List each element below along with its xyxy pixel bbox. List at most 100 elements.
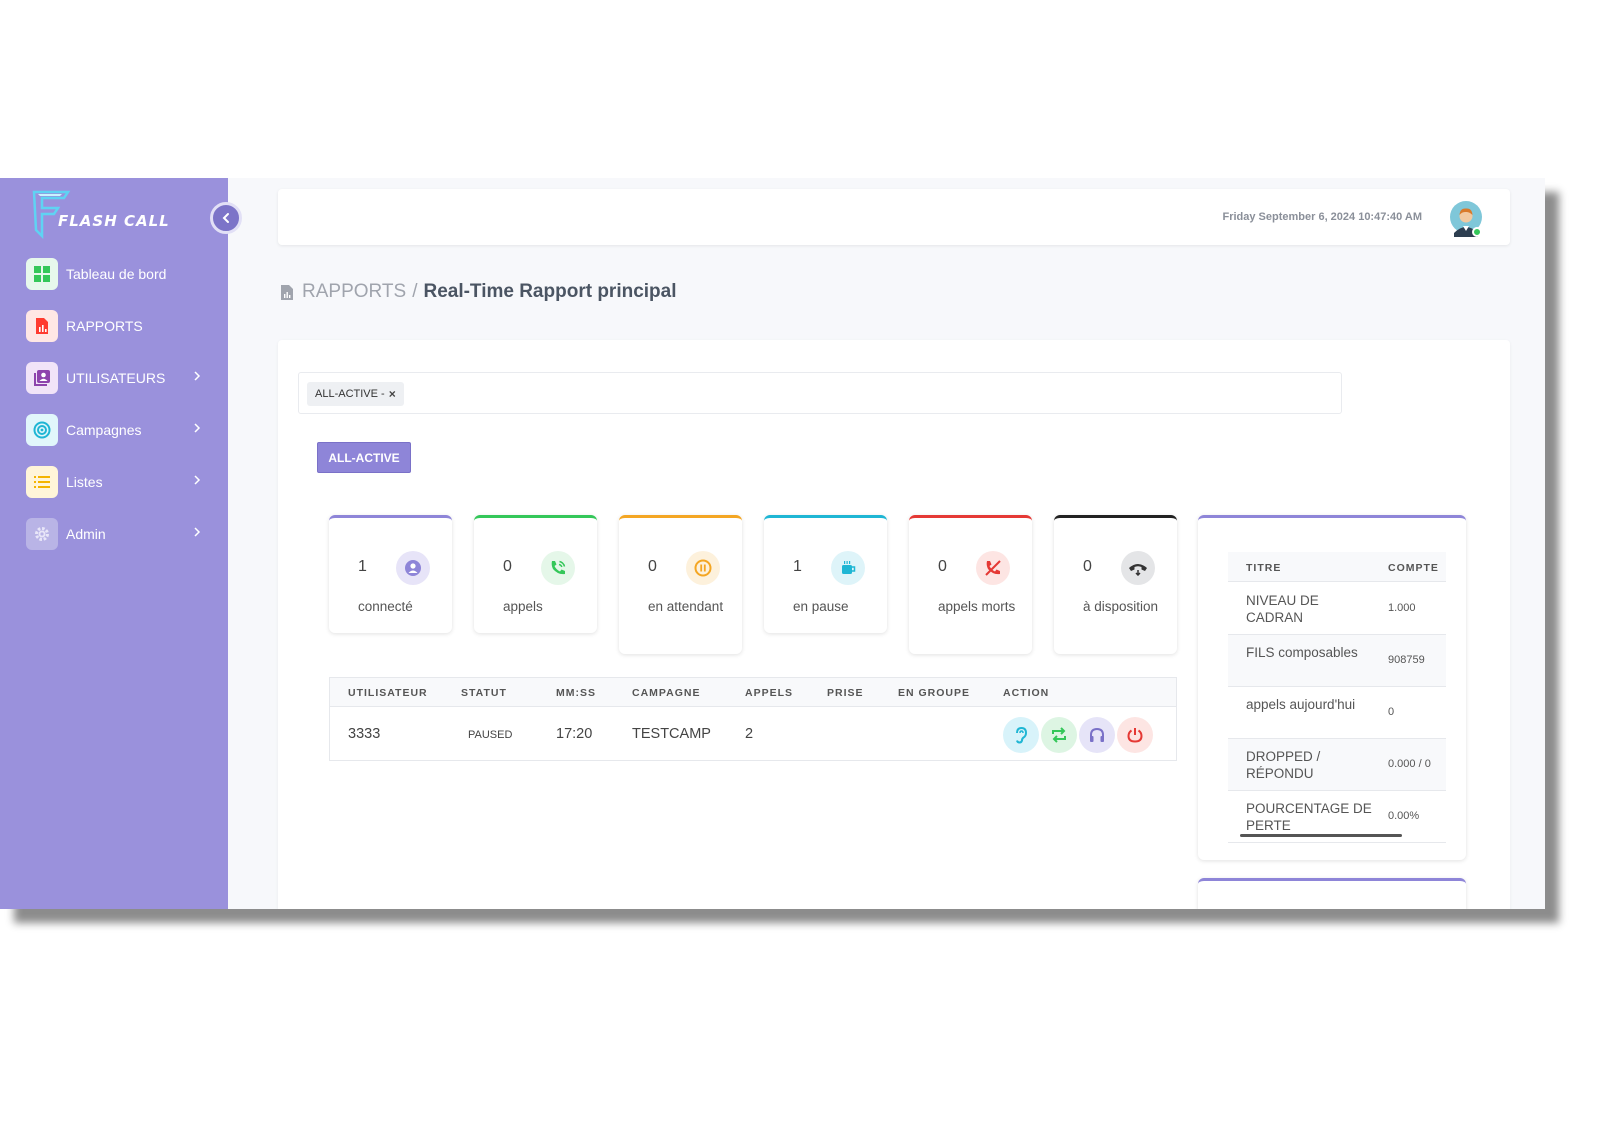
- summary-row: appels aujourd'hui 0: [1228, 687, 1446, 739]
- cell-appels: 2: [745, 726, 754, 742]
- secondary-panel: [1198, 878, 1466, 909]
- collapse-sidebar-button[interactable]: [210, 202, 242, 234]
- stat-card-a-disposition: 0 à disposition: [1054, 515, 1177, 654]
- online-status-dot: [1472, 227, 1482, 237]
- main-panel: ALL-ACTIVE - × ALL-ACTIVE 1 connecté 0 a…: [278, 340, 1510, 909]
- chip-remove-icon[interactable]: ×: [389, 387, 396, 401]
- stat-label: en attendant: [648, 599, 724, 614]
- sidebar-item-admin[interactable]: Admin: [26, 517, 204, 551]
- coffee-icon: [831, 551, 865, 585]
- stat-value: 1: [358, 558, 367, 575]
- chevron-right-icon: [194, 527, 201, 537]
- hangup-icon: [1121, 551, 1155, 585]
- breadcrumb: RAPPORTS / Real-Time Rapport principal: [280, 281, 677, 303]
- stat-label: en pause: [793, 599, 849, 614]
- agents-table: UTILISATEUR STATUT MM:SS CAMPAGNE APPELS…: [329, 677, 1177, 761]
- page-title: Real-Time Rapport principal: [423, 281, 677, 302]
- stat-value: 0: [938, 558, 947, 575]
- breadcrumb-separator: /: [412, 281, 418, 302]
- column-header: EN GROUPE: [898, 687, 971, 699]
- stat-card-connecte: 1 connecté: [329, 515, 452, 633]
- transfer-icon: [1052, 727, 1066, 743]
- horizontal-scrollbar[interactable]: [1240, 834, 1402, 837]
- cell-mmss: 17:20: [556, 726, 593, 742]
- stat-value: 0: [1083, 558, 1092, 575]
- pause-icon: [686, 551, 720, 585]
- stat-label: à disposition: [1083, 599, 1159, 614]
- stat-value: 0: [648, 558, 657, 575]
- target-icon: [26, 414, 58, 446]
- sidebar-item-campagnes[interactable]: Campagnes: [26, 413, 204, 447]
- cell-statut: PAUSED: [468, 729, 513, 741]
- sidebar: FLASH CALL Tableau de bord RAPPORTS UTIL…: [0, 178, 242, 909]
- gear-icon: [26, 518, 58, 550]
- report-icon: [26, 310, 58, 342]
- table-header: UTILISATEUR STATUT MM:SS CAMPAGNE APPELS…: [330, 678, 1176, 707]
- stat-card-en-pause: 1 en pause: [764, 515, 887, 633]
- stat-card-appels: 0 appels: [474, 515, 597, 633]
- column-header: UTILISATEUR: [348, 687, 428, 699]
- user-icon: [396, 551, 430, 585]
- summary-titre: DROPPED / RÉPONDU: [1246, 749, 1321, 781]
- sidebar-item-label: Listes: [66, 474, 103, 490]
- phone-call-icon: [541, 551, 575, 585]
- stat-value: 1: [793, 558, 802, 575]
- column-header: CAMPAGNE: [632, 687, 701, 699]
- summary-titre: POURCENTAGE DE PERTE: [1246, 801, 1372, 833]
- column-header: ACTION: [1003, 687, 1050, 699]
- chevron-left-icon: [222, 213, 229, 223]
- app-window: FLASH CALL Tableau de bord RAPPORTS UTIL…: [0, 178, 1545, 909]
- report-file-icon: [281, 284, 293, 300]
- stat-card-appels-morts: 0 appels morts: [909, 515, 1032, 654]
- phone-off-icon: [976, 551, 1010, 585]
- stat-value: 0: [503, 558, 512, 575]
- summary-row: NIVEAU DE CADRAN 1.000: [1228, 583, 1446, 635]
- current-datetime: Friday September 6, 2024 10:47:40 AM: [1222, 211, 1422, 223]
- column-header: STATUT: [461, 687, 507, 699]
- dashboard-icon: [26, 258, 58, 290]
- app-name: FLASH CALL: [58, 212, 170, 230]
- stat-card-en-attendant: 0 en attendant: [619, 515, 742, 654]
- cell-utilisateur: 3333: [348, 726, 381, 742]
- stat-label: connecté: [358, 599, 413, 614]
- sidebar-item-label: Tableau de bord: [66, 266, 167, 282]
- column-header: PRISE: [827, 687, 864, 699]
- column-header: APPELS: [745, 687, 794, 699]
- top-bar: Friday September 6, 2024 10:47:40 AM: [278, 189, 1510, 245]
- headset-icon: [1090, 727, 1104, 742]
- sidebar-item-rapports[interactable]: RAPPORTS: [26, 309, 204, 343]
- column-header: COMPTE: [1388, 562, 1439, 574]
- column-header: TITRE: [1246, 562, 1282, 574]
- sidebar-item-dashboard[interactable]: Tableau de bord: [26, 257, 204, 291]
- breadcrumb-root[interactable]: RAPPORTS: [302, 281, 406, 303]
- listen-icon: [1016, 726, 1028, 744]
- campaign-all-active-button[interactable]: ALL-ACTIVE: [317, 442, 411, 473]
- stat-label: appels morts: [938, 599, 1016, 614]
- column-header: MM:SS: [556, 687, 596, 699]
- barge-in-button[interactable]: [1079, 717, 1115, 753]
- sidebar-item-listes[interactable]: Listes: [26, 465, 204, 499]
- chevron-right-icon: [194, 423, 201, 433]
- summary-row: DROPPED / RÉPONDU 0.000 / 0: [1228, 739, 1446, 791]
- sidebar-item-label: Admin: [66, 526, 106, 542]
- filter-chip[interactable]: ALL-ACTIVE - ×: [307, 382, 404, 406]
- logout-agent-button[interactable]: [1117, 717, 1153, 753]
- app-logo[interactable]: FLASH CALL: [32, 190, 192, 242]
- listen-button[interactable]: [1003, 717, 1039, 753]
- summary-compte: 908759: [1388, 654, 1425, 666]
- sidebar-item-utilisateurs[interactable]: UTILISATEURS: [26, 361, 204, 395]
- stat-label: appels: [503, 599, 543, 614]
- sidebar-item-label: Campagnes: [66, 422, 142, 438]
- cell-campagne: TESTCAMP: [632, 726, 711, 742]
- campaign-filter-select[interactable]: ALL-ACTIVE - ×: [298, 372, 1342, 414]
- summary-compte: 1.000: [1388, 602, 1416, 614]
- transfer-button[interactable]: [1041, 717, 1077, 753]
- summary-titre: FILS composables: [1246, 645, 1358, 660]
- chevron-right-icon: [194, 371, 201, 381]
- filter-chip-label: ALL-ACTIVE -: [315, 388, 385, 400]
- sidebar-item-label: RAPPORTS: [66, 318, 143, 334]
- users-icon: [26, 362, 58, 394]
- summary-row: FILS composables 908759: [1228, 635, 1446, 687]
- power-icon: [1127, 728, 1143, 743]
- summary-titre: NIVEAU DE CADRAN: [1246, 593, 1319, 625]
